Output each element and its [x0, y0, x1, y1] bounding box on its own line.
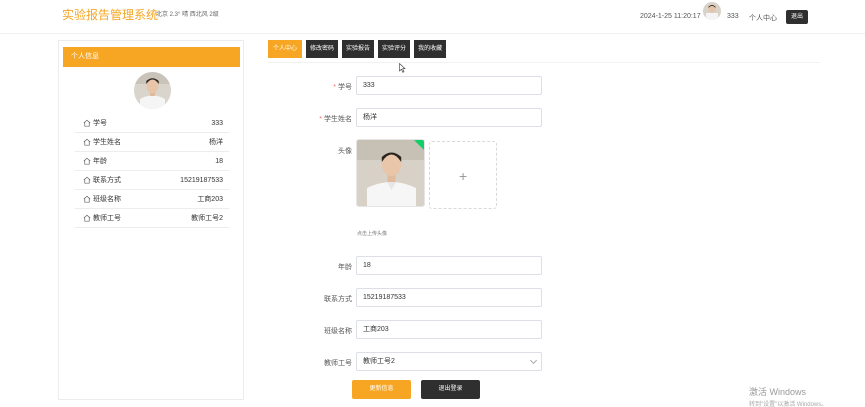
- profile-label: 学号: [93, 120, 107, 127]
- profile-row-student-no: 学号 333: [75, 114, 229, 133]
- class-name-label: 班级名称: [324, 328, 352, 335]
- profile-card: 个人信息 学号 333 学生姓名 杨洋 年龄 18 联系方式 152191875…: [58, 40, 244, 400]
- profile-value: 15219187533: [180, 176, 223, 184]
- chevron-down-icon: [529, 356, 538, 365]
- tab-personal-center[interactable]: 个人中心: [268, 40, 303, 58]
- home-icon: [83, 195, 91, 203]
- app-title: 实验报告管理系统: [62, 8, 159, 22]
- class-name-input[interactable]: 工商203: [356, 320, 542, 339]
- profile-card-title: 个人信息: [63, 47, 240, 67]
- windows-activation-hint: 转到"设置"以激活 Windows。: [749, 402, 828, 407]
- home-icon: [83, 157, 91, 165]
- tab-divider: [268, 62, 820, 63]
- profile-label: 教师工号: [93, 215, 121, 222]
- avatar-upload-button[interactable]: +: [429, 141, 497, 209]
- tab-bar: 个人中心 修改密码 实验报告 实验评分 我的收藏: [268, 40, 447, 59]
- weather-info: 北京 2.3° 晴 西北风 2级: [156, 12, 219, 18]
- profile-label: 学生姓名: [93, 139, 121, 146]
- phone-input[interactable]: 15219187533: [356, 288, 542, 307]
- exit-login-button[interactable]: 退出登录: [421, 380, 480, 399]
- home-icon: [83, 119, 91, 127]
- profile-value: 333: [211, 119, 223, 127]
- logout-button[interactable]: 退出: [786, 10, 808, 24]
- profile-row-phone: 联系方式 15219187533: [75, 171, 229, 190]
- profile-label: 联系方式: [93, 177, 121, 184]
- profile-label: 年龄: [93, 158, 107, 165]
- upload-success-check-icon: [414, 140, 424, 150]
- tab-change-password[interactable]: 修改密码: [306, 40, 339, 58]
- profile-value: 18: [215, 157, 223, 165]
- profile-info-list: 学号 333 学生姓名 杨洋 年龄 18 联系方式 15219187533 班级…: [75, 114, 229, 228]
- profile-row-age: 年龄 18: [75, 152, 229, 171]
- teacher-no-selected-value: 教师工号2: [363, 358, 395, 365]
- age-label: 年龄: [338, 264, 352, 271]
- age-input[interactable]: 18: [356, 256, 542, 275]
- profile-avatar: [134, 72, 171, 109]
- tab-lab-reports[interactable]: 实验报告: [342, 40, 375, 58]
- profile-value: 教师工号2: [191, 215, 223, 222]
- teacher-no-label: 教师工号: [324, 360, 352, 367]
- windows-activation-watermark: 激活 Windows: [749, 387, 807, 397]
- header-avatar[interactable]: [703, 2, 721, 20]
- profile-row-teacher-no: 教师工号 教师工号2: [75, 209, 229, 228]
- home-icon: [83, 138, 91, 146]
- update-info-button[interactable]: 更新信息: [352, 380, 411, 399]
- student-name-label: * 学生姓名: [319, 116, 352, 123]
- tab-my-favorites[interactable]: 我的收藏: [414, 40, 447, 58]
- personal-center-link[interactable]: 个人中心: [749, 13, 777, 23]
- student-no-label: * 学号: [333, 84, 352, 91]
- student-no-input[interactable]: 333: [356, 76, 542, 95]
- student-name-input[interactable]: 杨洋: [356, 108, 542, 127]
- profile-value: 工商203: [197, 196, 223, 203]
- home-icon: [83, 214, 91, 222]
- profile-row-class: 班级名称 工商203: [75, 190, 229, 209]
- teacher-no-select[interactable]: 教师工号2: [356, 352, 542, 371]
- avatar-label: 头像: [338, 148, 352, 155]
- plus-icon: +: [459, 168, 468, 184]
- profile-row-student-name: 学生姓名 杨洋: [75, 133, 229, 152]
- mouse-cursor-icon: [399, 63, 406, 73]
- home-icon: [83, 176, 91, 184]
- top-header: 实验报告管理系统 北京 2.3° 晴 西北风 2级 2024-1-25 11:2…: [0, 0, 865, 34]
- profile-label: 班级名称: [93, 196, 121, 203]
- phone-label: 联系方式: [324, 296, 352, 303]
- avatar-upload-preview[interactable]: [356, 139, 425, 207]
- current-datetime: 2024-1-25 11:20:17: [640, 13, 701, 20]
- tab-lab-grading[interactable]: 实验评分: [378, 40, 411, 58]
- profile-value: 杨洋: [209, 139, 223, 146]
- header-username: 333: [727, 13, 739, 20]
- avatar-upload-tip: 点击上传头像: [357, 231, 388, 237]
